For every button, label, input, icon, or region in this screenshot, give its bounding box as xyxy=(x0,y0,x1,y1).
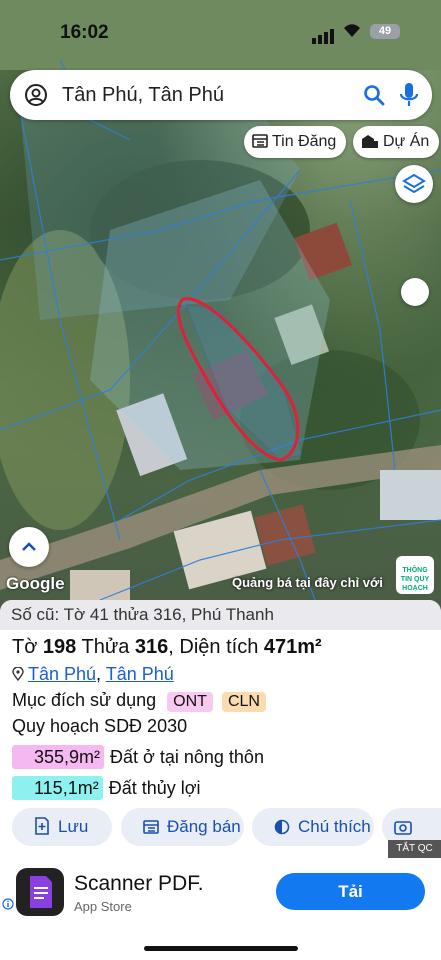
area-value-rural: 355,9m² xyxy=(12,745,105,769)
purpose-tag-cln: CLN xyxy=(221,692,266,712)
promo-text[interactable]: Quảng bá tại đây chỉ với xyxy=(232,575,383,590)
location-pin-icon xyxy=(12,666,24,682)
purpose-label: Mục đích sử dụng xyxy=(12,690,157,710)
parcel-info-panel: Số cũ: Tờ 41 thửa 316, Phú Thanh Tờ 198 … xyxy=(0,600,441,874)
building-icon xyxy=(362,135,378,148)
app-icon xyxy=(16,868,64,916)
search-icon[interactable] xyxy=(362,83,386,107)
ad-info-icon[interactable] xyxy=(2,898,14,910)
expand-button[interactable] xyxy=(9,527,49,567)
purpose-tag-ont: ONT xyxy=(167,692,213,712)
contrast-icon xyxy=(274,819,290,835)
layers-button[interactable] xyxy=(395,165,433,203)
search-bar[interactable]: Tân Phú, Tân Phú xyxy=(10,70,432,120)
legend-button[interactable]: Chú thích xyxy=(252,808,374,846)
close-ad-button[interactable]: TẮT QC xyxy=(388,840,441,858)
wifi-icon xyxy=(344,24,360,37)
bookmark-add-icon xyxy=(35,817,49,835)
ad-banner[interactable]: Scanner PDF. App Store Tải xyxy=(0,858,441,960)
battery-icon: 49 xyxy=(370,24,400,39)
search-input[interactable]: Tân Phú, Tân Phú xyxy=(62,84,224,107)
land-use-purpose: Mục đích sử dụng ONT CLN xyxy=(12,690,266,712)
listing-chip-label: Tin Đăng xyxy=(272,133,337,150)
area-label-rural: Đất ở tại nông thôn xyxy=(110,747,264,767)
ad-store: App Store xyxy=(74,899,132,914)
post-for-sale-button[interactable]: Đăng bán xyxy=(121,808,244,846)
planning-info-badge[interactable]: THÔNG TIN QUY HOẠCH xyxy=(396,556,434,594)
project-chip[interactable]: Dự Án xyxy=(353,126,440,158)
area-value-irrigation: 115,1m² xyxy=(12,776,103,800)
area-label-irrigation: Đất thủy lợi xyxy=(108,778,201,798)
sheet-number: 198 xyxy=(42,636,77,658)
area-row-irrigation: 115,1m² Đất thủy lợi xyxy=(12,776,201,800)
location-link-province[interactable]: Tân Phú xyxy=(106,664,174,684)
opacity-slider-handle[interactable] xyxy=(401,278,429,306)
signal-icon xyxy=(312,26,336,44)
plot-number: 316 xyxy=(134,636,169,658)
camera-add-icon xyxy=(394,821,412,835)
project-chip-label: Dự Án xyxy=(383,133,430,150)
parcel-summary: Tờ 198 Thửa 316, Diện tích 471m² xyxy=(12,636,322,659)
satellite-map[interactable]: 16:02 49 Tân Phú, Tân Phú Tin Đăng Dự Án… xyxy=(0,0,441,640)
old-parcel-number: Số cũ: Tờ 41 thửa 316, Phú Thanh xyxy=(0,600,441,630)
layers-icon xyxy=(402,173,426,194)
home-indicator[interactable] xyxy=(144,946,298,951)
document-icon xyxy=(30,876,52,908)
chevron-up-icon xyxy=(22,542,36,551)
listing-chip[interactable]: Tin Đăng xyxy=(244,126,347,158)
parcel-location: Tân Phú, Tân Phú xyxy=(12,664,174,685)
account-icon[interactable] xyxy=(24,83,48,107)
area-row-rural: 355,9m² Đất ở tại nông thôn xyxy=(12,745,264,769)
plot-label: Thửa xyxy=(81,636,130,658)
legend-label: Chú thích xyxy=(298,817,371,836)
ad-title: Scanner PDF. xyxy=(74,872,204,895)
status-time: 16:02 xyxy=(60,22,109,43)
parcel-area: 471m² xyxy=(263,636,322,658)
location-separator: , xyxy=(96,664,106,684)
post-label: Đăng bán xyxy=(167,817,241,836)
save-button[interactable]: Lưu xyxy=(12,808,112,846)
microphone-icon[interactable] xyxy=(398,81,420,109)
area-label: , Diện tích xyxy=(168,636,259,658)
save-label: Lưu xyxy=(58,817,89,836)
listing-icon xyxy=(143,820,159,834)
location-link-district[interactable]: Tân Phú xyxy=(28,664,96,684)
google-logo: Google xyxy=(6,574,65,593)
sheet-label: Tờ xyxy=(12,636,38,658)
zoning-plan: Quy hoạch SDĐ 2030 xyxy=(12,716,188,736)
listing-icon xyxy=(252,134,268,148)
status-bar: 16:02 49 xyxy=(0,0,441,60)
install-button[interactable]: Tải xyxy=(276,873,425,910)
